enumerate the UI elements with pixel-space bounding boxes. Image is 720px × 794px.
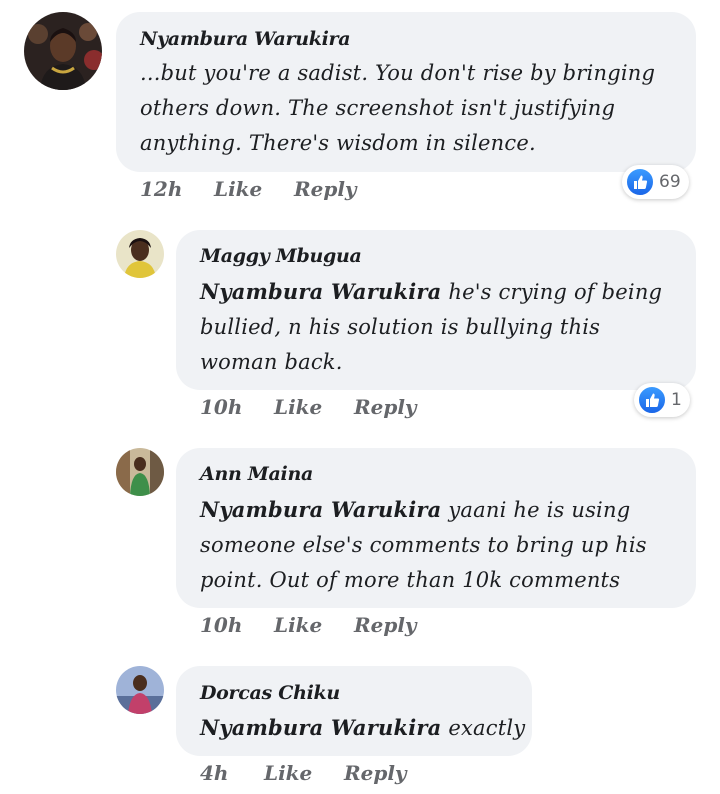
reply-button[interactable]: Reply <box>354 395 417 419</box>
comment-text: ...but you're a sadist. You don't rise b… <box>140 56 680 161</box>
reply-button[interactable]: Reply <box>294 177 357 201</box>
comment-text: Nyambura Warukira yaani he is using some… <box>200 492 680 598</box>
comment-author[interactable]: Dorcas Chiku <box>200 682 340 704</box>
mention-link[interactable]: Nyambura Warukira <box>200 497 441 522</box>
comment-timestamp[interactable]: 4h <box>200 761 264 785</box>
reaction-summary[interactable]: 1 <box>634 383 690 417</box>
avatar[interactable] <box>116 230 164 278</box>
reaction-count: 69 <box>659 172 681 192</box>
like-button[interactable]: Like <box>214 177 294 201</box>
comment-body: exactly <box>441 716 526 740</box>
avatar[interactable] <box>24 12 102 90</box>
like-icon <box>625 167 655 197</box>
comment-author[interactable]: Nyambura Warukira <box>140 28 351 50</box>
comment-actions: 4h Like Reply <box>200 761 407 785</box>
comment-author[interactable]: Maggy Mbugua <box>200 245 362 267</box>
comment-actions: 12h Like Reply <box>140 177 357 201</box>
mention-link[interactable]: Nyambura Warukira <box>200 279 441 304</box>
comment-timestamp[interactable]: 12h <box>140 177 214 201</box>
like-button[interactable]: Like <box>274 613 354 637</box>
comment-text: Nyambura Warukira exactly <box>200 710 530 746</box>
reply-button[interactable]: Reply <box>344 761 407 785</box>
like-icon <box>637 385 667 415</box>
avatar[interactable] <box>116 448 164 496</box>
comment-actions: 10h Like Reply <box>200 613 417 637</box>
comment-timestamp[interactable]: 10h <box>200 613 274 637</box>
reaction-count: 1 <box>671 390 682 410</box>
like-button[interactable]: Like <box>274 395 354 419</box>
comment-text: Nyambura Warukira he's crying of being b… <box>200 274 680 380</box>
comment-timestamp[interactable]: 10h <box>200 395 274 419</box>
comment-body: ...but you're a sadist. You don't rise b… <box>140 61 656 155</box>
like-button[interactable]: Like <box>264 761 344 785</box>
comment-actions: 10h Like Reply <box>200 395 417 419</box>
avatar[interactable] <box>116 666 164 714</box>
comment-author[interactable]: Ann Maina <box>200 463 313 485</box>
mention-link[interactable]: Nyambura Warukira <box>200 715 441 740</box>
reply-button[interactable]: Reply <box>354 613 417 637</box>
reaction-summary[interactable]: 69 <box>622 165 689 199</box>
